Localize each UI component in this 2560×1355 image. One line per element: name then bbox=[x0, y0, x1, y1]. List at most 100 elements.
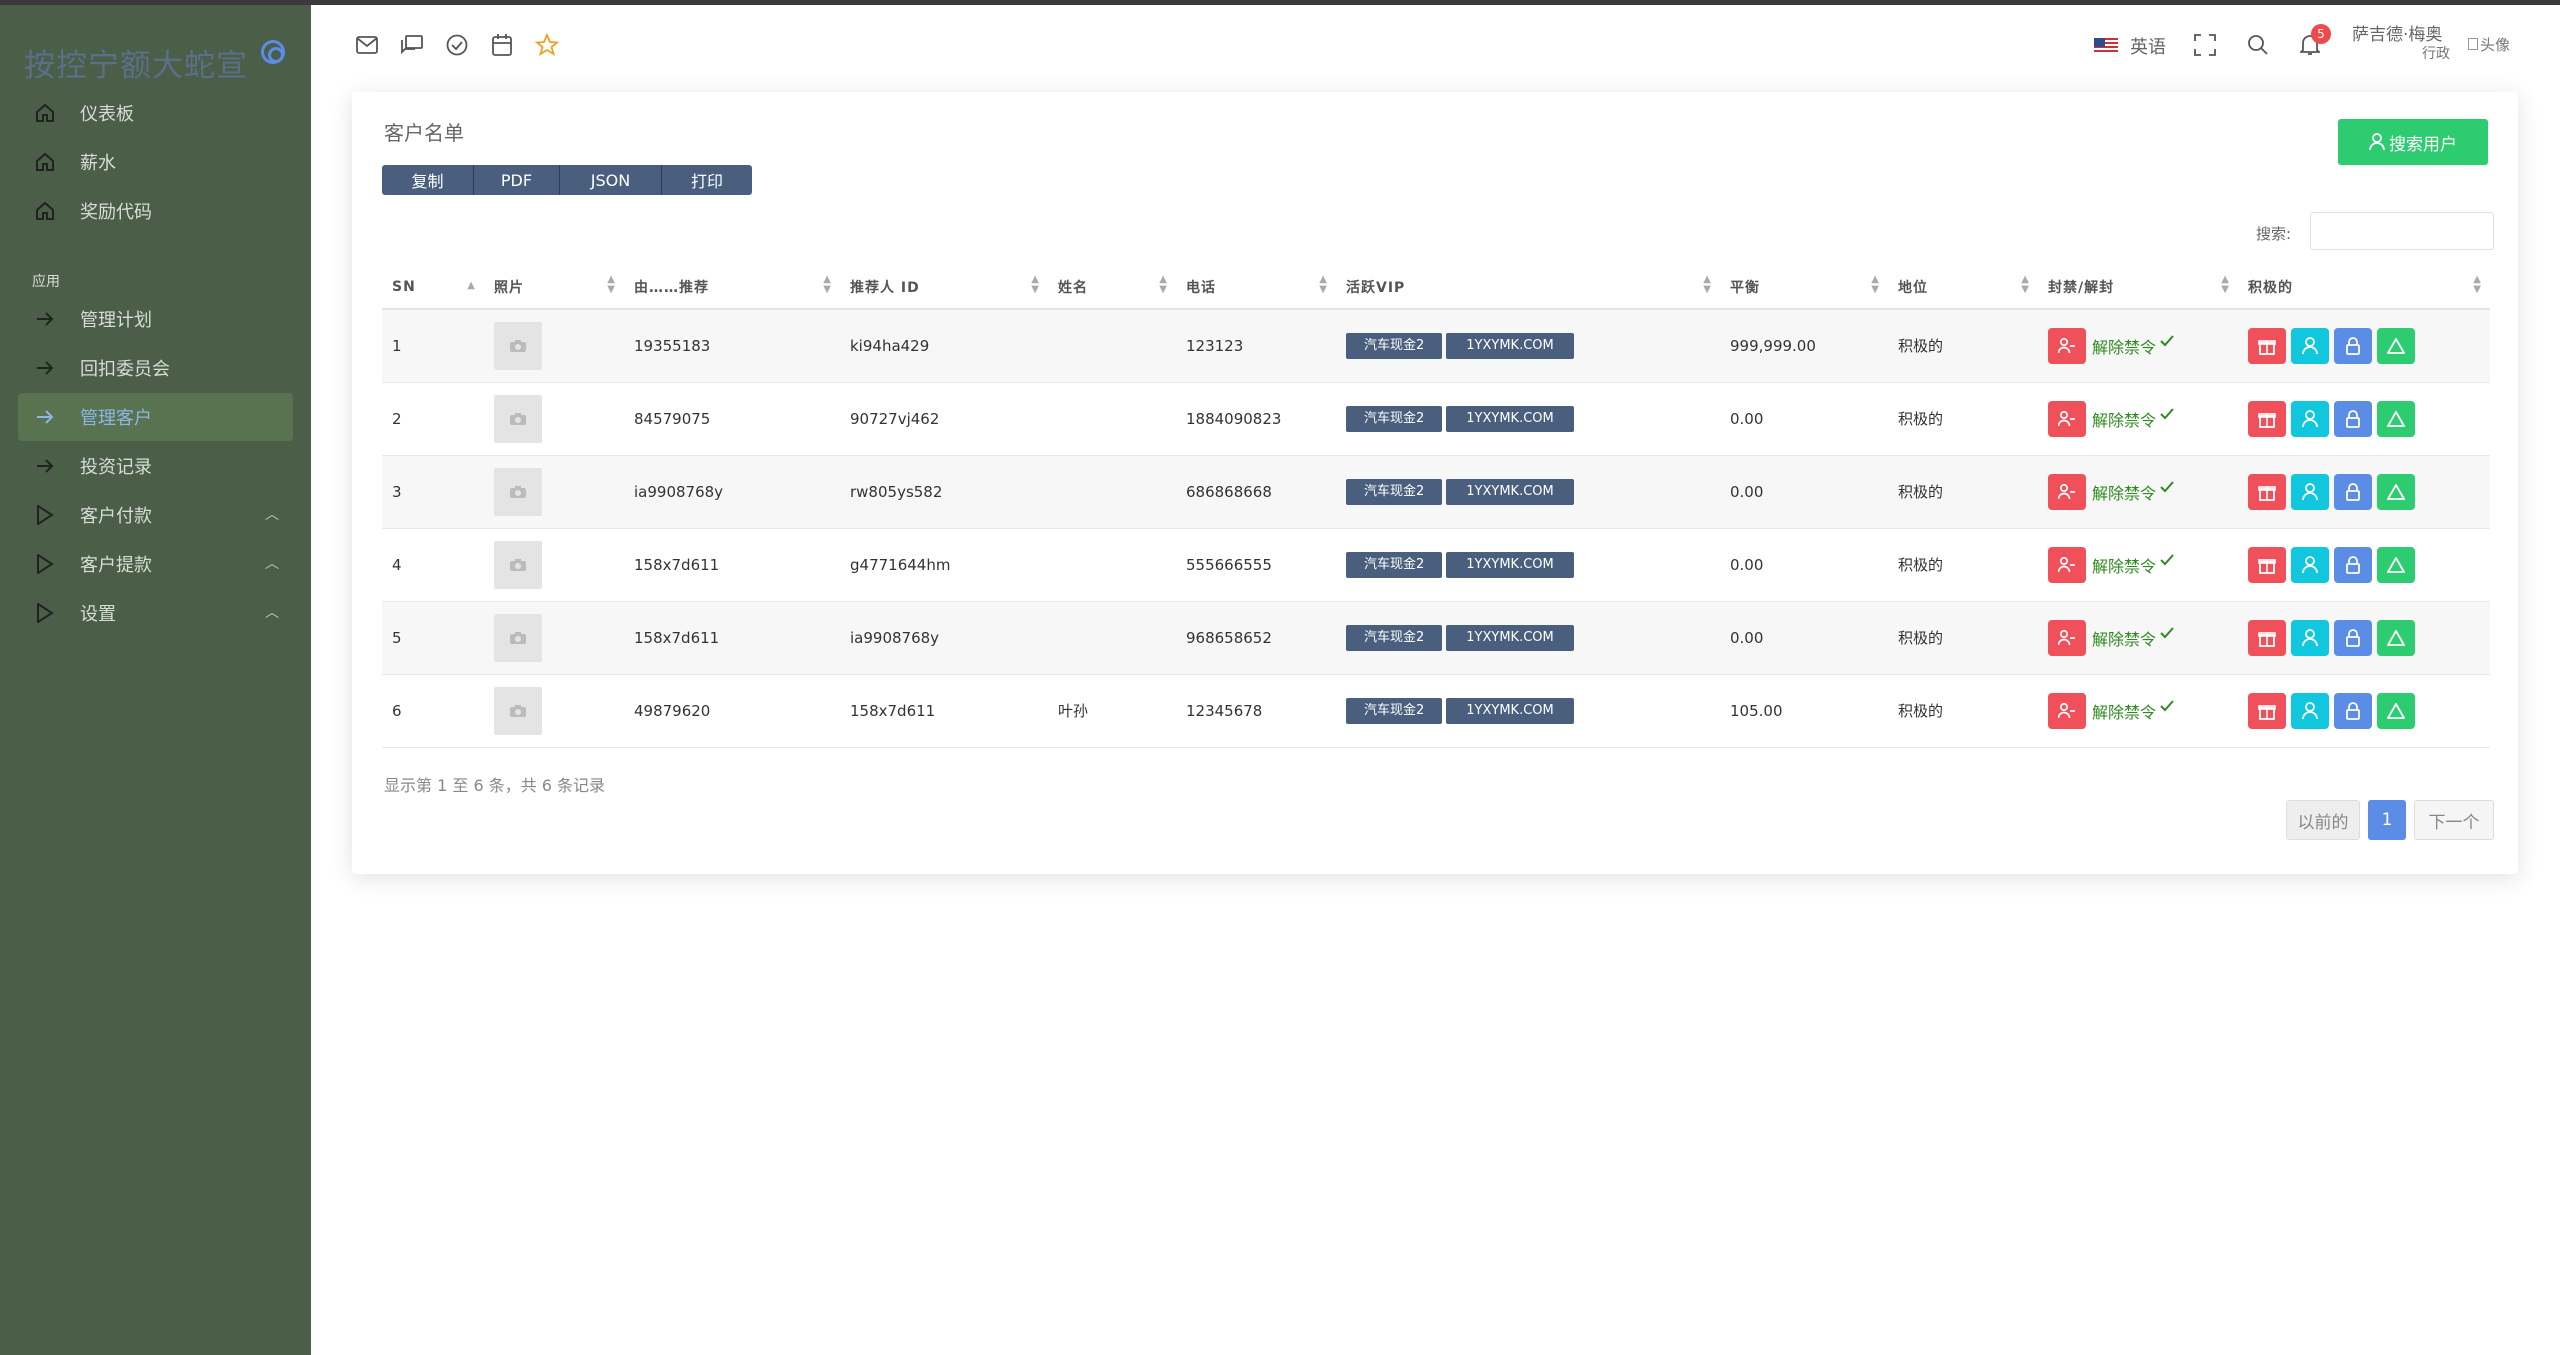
user-minus-icon bbox=[2058, 629, 2075, 645]
fullscreen-icon[interactable] bbox=[2192, 32, 2218, 58]
gift-action-button[interactable] bbox=[2248, 400, 2286, 437]
ban-user-button[interactable] bbox=[2048, 619, 2086, 656]
unban-link[interactable]: 解除禁令 bbox=[2092, 553, 2156, 577]
column-header-name[interactable]: 姓名 ▲ ▼ bbox=[1048, 265, 1176, 310]
sidebar-toggle-icon[interactable] bbox=[261, 40, 285, 64]
lock-action-button[interactable] bbox=[2334, 400, 2372, 437]
play-icon bbox=[34, 553, 56, 575]
language-selector[interactable]: 英语 bbox=[2094, 33, 2166, 59]
triangle-action-button[interactable] bbox=[2377, 692, 2415, 729]
cell-name: 叶孙 bbox=[1048, 674, 1176, 748]
ban-user-button[interactable] bbox=[2048, 400, 2086, 437]
prev-page-button[interactable]: 以前的 bbox=[2286, 800, 2360, 840]
copy-button[interactable]: 复制 bbox=[382, 165, 474, 195]
triangle-action-button[interactable] bbox=[2377, 619, 2415, 656]
sidebar-item-app-4[interactable]: 客户付款 ︿ bbox=[18, 491, 293, 539]
column-header-photo[interactable]: 照片 ▲ ▼ bbox=[484, 265, 624, 310]
gift-action-button[interactable] bbox=[2248, 546, 2286, 583]
user-action-button[interactable] bbox=[2291, 400, 2329, 437]
next-page-button[interactable]: 下一个 bbox=[2414, 800, 2494, 840]
search-user-button[interactable]: 搜索用户 bbox=[2338, 119, 2488, 165]
sidebar-item-app-1[interactable]: 回扣委员会 bbox=[18, 344, 293, 392]
lock-action-button[interactable] bbox=[2334, 692, 2372, 729]
triangle-action-button[interactable] bbox=[2377, 473, 2415, 510]
column-header-status[interactable]: 地位 ▲ ▼ bbox=[1888, 265, 2038, 310]
table-search-input[interactable] bbox=[2310, 212, 2494, 250]
check-icon bbox=[2160, 407, 2174, 419]
lock-icon bbox=[2345, 336, 2361, 355]
arrow-right-icon bbox=[34, 357, 56, 379]
column-header-vip[interactable]: 活跃VIP ▲ ▼ bbox=[1336, 265, 1720, 310]
pdf-button[interactable]: PDF bbox=[474, 165, 560, 195]
ban-user-button[interactable] bbox=[2048, 692, 2086, 729]
lock-action-button[interactable] bbox=[2334, 473, 2372, 510]
triangle-action-button[interactable] bbox=[2377, 400, 2415, 437]
lock-action-button[interactable] bbox=[2334, 327, 2372, 364]
vip-code-badge: 1YXYMK.COM bbox=[1446, 332, 1574, 359]
unban-link[interactable]: 解除禁令 bbox=[2092, 699, 2156, 723]
ban-user-button[interactable] bbox=[2048, 546, 2086, 583]
ban-user-button[interactable] bbox=[2048, 327, 2086, 364]
cell-balance: 999,999.00 bbox=[1720, 309, 1888, 383]
sidebar: 按控宁额大蛇宣 仪表板 薪水 奖励代码 应用 管理计划 回扣委员会 管理客户 投资记录 客户… bbox=[0, 5, 311, 1355]
sidebar-item-top-0[interactable]: 仪表板 bbox=[18, 89, 293, 137]
star-icon[interactable] bbox=[534, 32, 560, 58]
ban-user-button[interactable] bbox=[2048, 473, 2086, 510]
check-icon bbox=[2160, 626, 2174, 638]
unban-link[interactable]: 解除禁令 bbox=[2092, 626, 2156, 650]
gift-action-button[interactable] bbox=[2248, 473, 2286, 510]
column-header-phone[interactable]: 电话 ▲ ▼ bbox=[1176, 265, 1336, 310]
cell-referrer-id: ki94ha429 bbox=[840, 309, 1048, 383]
column-header-ban[interactable]: 封禁/解封 ▲ ▼ bbox=[2038, 265, 2238, 310]
sidebar-item-top-2[interactable]: 奖励代码 bbox=[18, 187, 293, 235]
page-1-button[interactable]: 1 bbox=[2368, 800, 2406, 840]
gift-action-button[interactable] bbox=[2248, 692, 2286, 729]
column-header-balance[interactable]: 平衡 ▲ ▼ bbox=[1720, 265, 1888, 310]
user-action-button[interactable] bbox=[2291, 546, 2329, 583]
user-action-button[interactable] bbox=[2291, 619, 2329, 656]
check-circle-icon[interactable] bbox=[444, 32, 470, 58]
column-header-actions[interactable]: 积极的 ▲ ▼ bbox=[2238, 265, 2490, 310]
avatar[interactable]: 头像 bbox=[2468, 30, 2520, 58]
calendar-icon[interactable] bbox=[489, 32, 515, 58]
unban-link[interactable]: 解除禁令 bbox=[2092, 334, 2156, 358]
sidebar-item-app-0[interactable]: 管理计划 bbox=[18, 295, 293, 343]
json-button[interactable]: JSON bbox=[560, 165, 662, 195]
cell-referred-by: 49879620 bbox=[624, 674, 840, 748]
sidebar-item-app-3[interactable]: 投资记录 bbox=[18, 442, 293, 490]
gift-action-button[interactable] bbox=[2248, 327, 2286, 364]
user-action-button[interactable] bbox=[2291, 473, 2329, 510]
cell-status: 积极的 bbox=[1888, 382, 2038, 456]
column-header-sn[interactable]: SN ▲ bbox=[382, 265, 484, 310]
column-header-referred-by[interactable]: 由……推荐 ▲ ▼ bbox=[624, 265, 840, 310]
unban-link[interactable]: 解除禁令 bbox=[2092, 407, 2156, 431]
nav-section-label: 应用 bbox=[32, 274, 60, 290]
mail-icon[interactable] bbox=[354, 32, 380, 58]
cell-sn: 6 bbox=[382, 674, 484, 748]
home-icon bbox=[34, 200, 56, 222]
gift-action-button[interactable] bbox=[2248, 619, 2286, 656]
user-minus-icon bbox=[2058, 556, 2075, 572]
sidebar-item-app-2[interactable]: 管理客户 bbox=[18, 393, 293, 441]
sidebar-item-top-1[interactable]: 薪水 bbox=[18, 138, 293, 186]
cell-sn: 2 bbox=[382, 382, 484, 456]
print-button[interactable]: 打印 bbox=[662, 165, 752, 195]
sidebar-item-app-5[interactable]: 客户提款 ︿ bbox=[18, 540, 293, 588]
column-header-referrer-id[interactable]: 推荐人 ID ▲ ▼ bbox=[840, 265, 1048, 310]
triangle-action-button[interactable] bbox=[2377, 546, 2415, 583]
vip-badge: 汽车现金2 bbox=[1346, 478, 1443, 505]
lock-action-button[interactable] bbox=[2334, 546, 2372, 583]
chat-icon[interactable] bbox=[399, 32, 425, 58]
user-action-button[interactable] bbox=[2291, 327, 2329, 364]
search-icon[interactable] bbox=[2245, 32, 2271, 58]
arrow-right-icon bbox=[34, 406, 56, 428]
sidebar-item-app-6[interactable]: 设置 ︿ bbox=[18, 589, 293, 637]
lock-action-button[interactable] bbox=[2334, 619, 2372, 656]
table-row: 4 158x7d611 g4771644hm 555666555 汽车现金2 1YXYMK… bbox=[382, 528, 2490, 602]
unban-link[interactable]: 解除禁令 bbox=[2092, 480, 2156, 504]
triangle-action-button[interactable] bbox=[2377, 327, 2415, 364]
user-name[interactable]: 萨吉德·梅奥 bbox=[2352, 20, 2442, 45]
triangle-icon bbox=[2387, 483, 2405, 500]
user-action-button[interactable] bbox=[2291, 692, 2329, 729]
cell-status: 积极的 bbox=[1888, 528, 2038, 602]
